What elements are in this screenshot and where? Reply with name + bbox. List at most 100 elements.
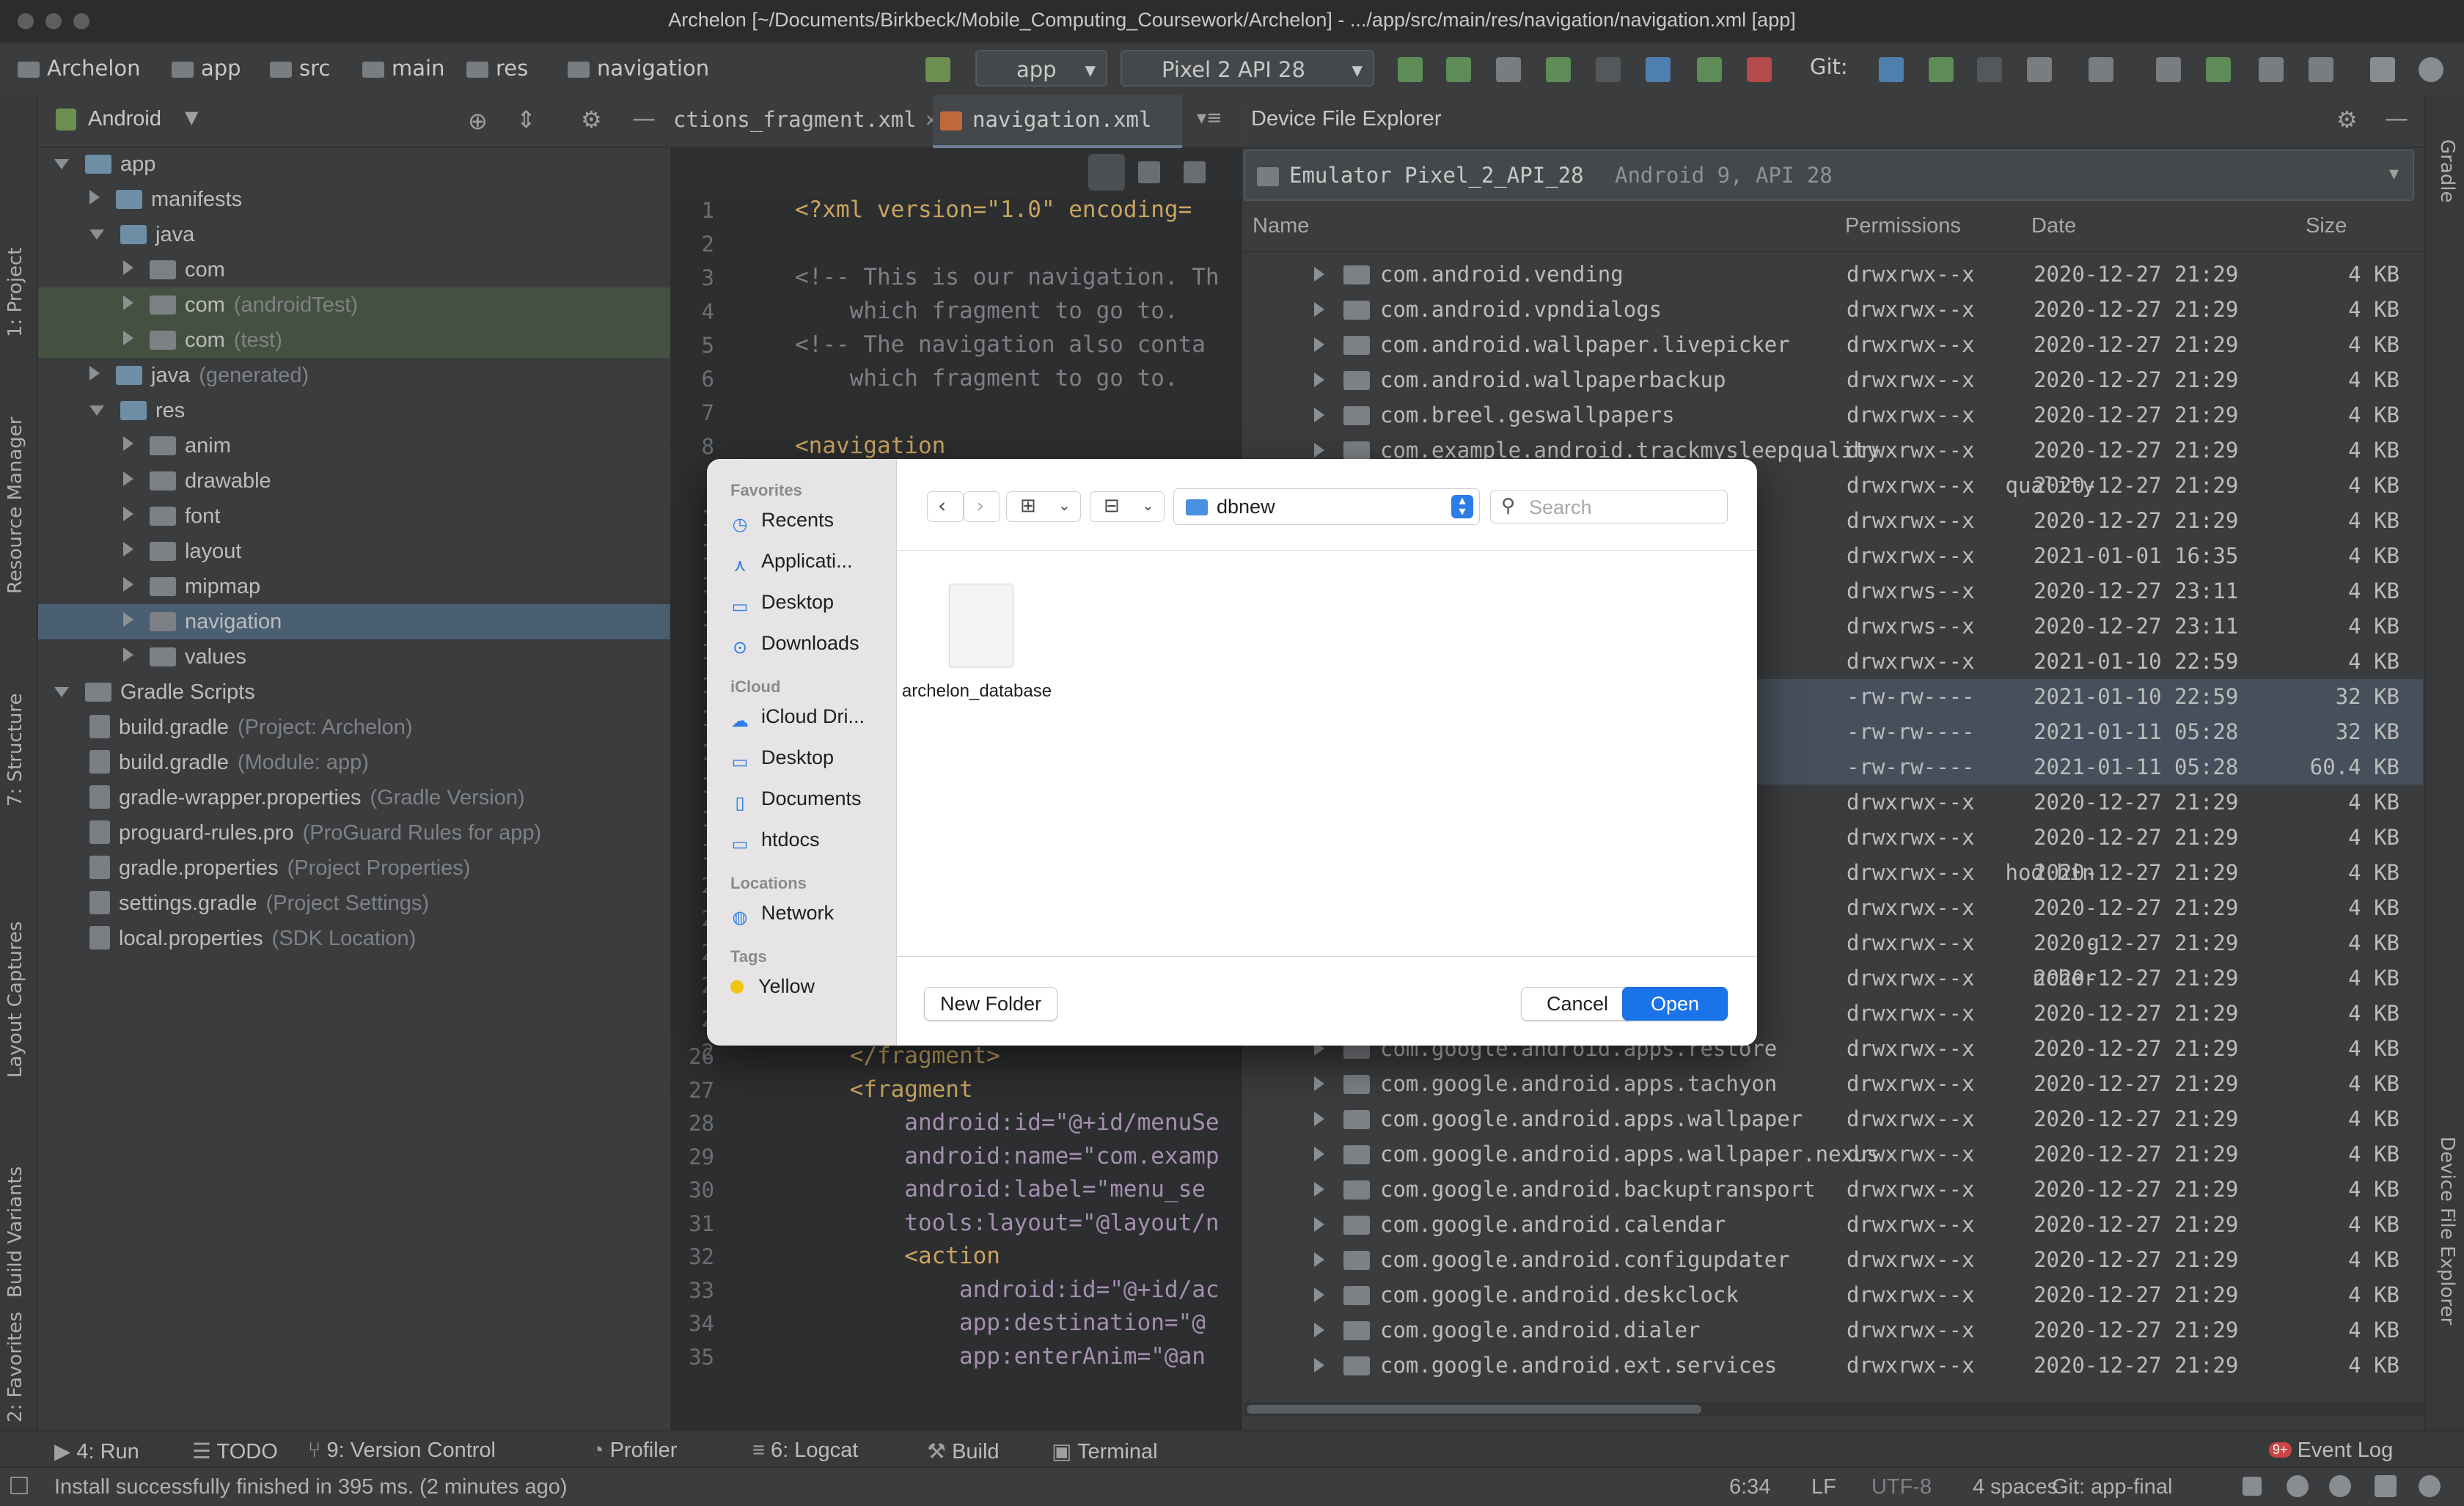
dfe-row[interactable]: com.google.android.ext.services drwxrwx--…	[1244, 1348, 2423, 1383]
sidebar-item[interactable]: ▭ Desktop	[730, 741, 834, 774]
open-button[interactable]: Open	[1622, 987, 1728, 1021]
code-line[interactable]: android:name="com.examp	[795, 1143, 1219, 1169]
code-line[interactable]: android:id="@+id/menuSe	[795, 1109, 1219, 1136]
expand-arrow-icon[interactable]	[1314, 1182, 1324, 1197]
collapse-arrow-icon[interactable]	[123, 577, 133, 592]
dfe-row[interactable]: com.google.android.backuptransport drwxrw…	[1244, 1172, 2423, 1207]
forward-button[interactable]: ›	[964, 491, 1000, 522]
tree-item[interactable]: font	[123, 499, 220, 534]
column-permissions[interactable]: Permissions	[1845, 214, 1961, 238]
status-message[interactable]: Install successfully finished in 395 ms.…	[54, 1475, 568, 1499]
structure-tool-tab[interactable]: 7: Structure	[4, 693, 26, 807]
favorites-tool-tab[interactable]: 2: Favorites	[4, 1312, 26, 1422]
tree-item[interactable]: java (generated)	[89, 358, 309, 393]
sidebar-item[interactable]: ⊙ Downloads	[730, 626, 859, 660]
project-view-selector[interactable]: Android	[88, 107, 161, 131]
inspector-icon[interactable]	[2287, 1475, 2309, 1497]
tree-item[interactable]: Gradle Scripts	[54, 675, 255, 710]
split-view-icon[interactable]	[1138, 161, 1160, 183]
expand-arrow-icon[interactable]	[1314, 408, 1324, 422]
tree-item[interactable]: build.gradle (Module: app)	[89, 745, 369, 780]
device-select[interactable]: Emulator Pixel_2_API_28 Android 9, API 2…	[1244, 150, 2414, 201]
expand-arrow-icon[interactable]	[1314, 1112, 1324, 1126]
design-view-icon[interactable]	[1184, 161, 1206, 183]
dfe-row[interactable]: com.google.android.apps.tachyon drwxrwx--…	[1244, 1066, 2423, 1101]
gear-icon[interactable]: ⚙	[581, 106, 602, 133]
lock-icon[interactable]	[2243, 1477, 2262, 1496]
dfe-row[interactable]: com.android.vending drwxrwx--x 2020-12-27 …	[1244, 257, 2423, 292]
code-line[interactable]: <fragment	[795, 1076, 973, 1103]
tree-item[interactable]: java	[89, 217, 194, 252]
sidebar-item[interactable]: ▭ Desktop	[730, 585, 834, 619]
sidebar-item[interactable]: ▭ htdocs	[730, 823, 820, 856]
run-tests-icon[interactable]	[1496, 57, 1521, 82]
git-commit-icon[interactable]	[1929, 57, 1954, 82]
code-lines-bottom[interactable]: 26 </fragment> 27 <fragment 28 android:id=…	[670, 1044, 1235, 1396]
dfe-row[interactable]: com.android.vpndialogs drwxrwx--x 2020-12-…	[1244, 292, 2423, 327]
new-folder-button[interactable]: New Folder	[924, 987, 1057, 1021]
git-history-icon[interactable]	[1977, 57, 2002, 82]
dfe-row[interactable]: com.android.wallpaper.livepicker drwxrwx-…	[1244, 327, 2423, 362]
expand-arrow-icon[interactable]	[1314, 1217, 1324, 1232]
tab-list-icon[interactable]: ▾≡	[1197, 107, 1222, 129]
apply-changes-icon[interactable]	[1398, 57, 1423, 82]
expand-arrow-icon[interactable]	[54, 159, 69, 169]
project-structure-icon[interactable]	[2089, 57, 2113, 82]
dfe-row[interactable]: com.breel.geswallpapers drwxrwx--x 2020-12…	[1244, 397, 2423, 433]
code-line[interactable]: which fragment to go to.	[795, 365, 1192, 392]
notifications-icon[interactable]	[2419, 1475, 2441, 1497]
code-line[interactable]: <navigation	[795, 433, 945, 459]
collapse-arrow-icon[interactable]	[89, 366, 100, 381]
sidebar-item[interactable]: ☁ iCloud Dri...	[730, 699, 865, 733]
tree-item[interactable]: navigation	[38, 604, 754, 639]
expand-arrow-icon[interactable]	[1314, 1252, 1324, 1267]
avd-manager-icon[interactable]	[2156, 57, 2181, 82]
expand-arrow-icon[interactable]	[1314, 1076, 1324, 1091]
scrollbar-thumb[interactable]	[1247, 1405, 1701, 1414]
code-line[interactable]: tools:layout="@layout/n	[795, 1210, 1219, 1236]
tree-item[interactable]: local.properties (SDK Location)	[89, 921, 416, 956]
profile-icon[interactable]	[1646, 57, 1671, 82]
expand-arrow-icon[interactable]	[54, 687, 69, 697]
file-encoding[interactable]: UTF-8	[1871, 1475, 1932, 1499]
column-size[interactable]: Size	[2306, 214, 2347, 238]
feedback-icon[interactable]	[2329, 1475, 2351, 1497]
build-tool-button[interactable]: ⚒ Build	[927, 1439, 1000, 1464]
collapse-arrow-icon[interactable]	[123, 295, 133, 310]
build-variants-tool-tab[interactable]: Build Variants	[4, 1167, 26, 1298]
location-select[interactable]: dbnew ▴ ▾	[1173, 488, 1480, 525]
search-icon[interactable]	[2370, 57, 2395, 82]
tree-item[interactable]: layout	[123, 534, 241, 569]
sidebar-item[interactable]: ◍ Network	[730, 896, 835, 930]
dfe-row[interactable]: com.google.android.configupdater drwxrwx-…	[1244, 1242, 2423, 1277]
back-button[interactable]: ‹	[927, 491, 964, 522]
dfe-row[interactable]: com.google.android.apps.wallpaper.nexus d…	[1244, 1136, 2423, 1172]
apply-code-changes-icon[interactable]	[1446, 57, 1471, 82]
breadcrumb-item-main[interactable]: main	[362, 56, 444, 81]
collapse-arrow-icon[interactable]	[123, 260, 133, 275]
tree-item[interactable]: anim	[123, 428, 231, 463]
expand-arrow-icon[interactable]	[1314, 302, 1324, 317]
expand-arrow-icon[interactable]	[1314, 1288, 1324, 1302]
git-branch[interactable]: Git: app-final	[2052, 1475, 2172, 1499]
collapse-arrow-icon[interactable]	[89, 190, 100, 205]
horizontal-scrollbar[interactable]	[1244, 1402, 2424, 1417]
code-line[interactable]: <?xml version="1.0" encoding=	[795, 198, 1192, 223]
run-tool-button[interactable]: ▶ 4: Run	[54, 1439, 139, 1464]
code-lines-top[interactable]: 1 <?xml version="1.0" encoding= 2 3 <!-- Thi…	[670, 198, 1235, 462]
expand-arrow-icon[interactable]	[1314, 1323, 1324, 1337]
device-select[interactable]: Pixel 2 API 28 ▾	[1121, 50, 1374, 87]
code-line[interactable]: <action	[795, 1243, 1000, 1269]
expand-arrow-icon[interactable]	[1314, 443, 1324, 458]
file-item[interactable]: archelon_database	[899, 584, 1055, 730]
sidebar-item[interactable]: Yellow	[730, 969, 815, 1003]
caret-position[interactable]: 6:34	[1729, 1475, 1770, 1499]
debug-icon[interactable]	[1546, 57, 1571, 82]
sdk-manager-icon[interactable]	[2309, 57, 2333, 82]
expand-arrow-icon[interactable]	[1314, 267, 1324, 282]
tree-item[interactable]: manifests	[89, 182, 242, 217]
breadcrumb-item-navigation[interactable]: navigation	[568, 56, 709, 81]
column-date[interactable]: Date	[2031, 214, 2076, 238]
sidebar-item[interactable]: ▯ Documents	[730, 782, 861, 815]
layout-captures-tool-tab[interactable]: Layout Captures	[4, 921, 26, 1078]
